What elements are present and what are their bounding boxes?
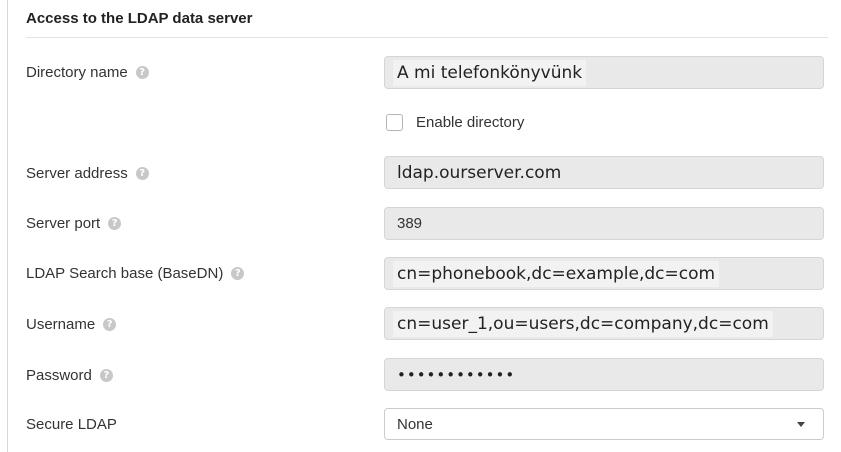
username-input[interactable]: cn=user_1,ou=users,dc=company,dc=com (384, 307, 824, 340)
enable-directory-checkbox[interactable] (386, 114, 403, 131)
help-icon[interactable]: ? (135, 166, 149, 180)
directory-name-value: A mi telefonkönyvünk (393, 59, 587, 86)
panel-left-border (7, 0, 8, 452)
directory-name-label: Directory name (26, 63, 128, 81)
password-label: Password (26, 366, 92, 384)
search-base-value: cn=phonebook,dc=example,dc=com (393, 260, 720, 287)
secure-ldap-selected: None (397, 415, 433, 433)
password-input[interactable]: •••••••••••• (384, 358, 824, 391)
username-value: cn=user_1,ou=users,dc=company,dc=com (393, 310, 773, 337)
search-base-input[interactable]: cn=phonebook,dc=example,dc=com (384, 257, 824, 290)
server-address-value: ldap.ourserver.com (397, 162, 562, 183)
section-divider (26, 37, 828, 38)
directory-name-label-row: Directory name ? (26, 62, 149, 82)
section-title: Access to the LDAP data server (26, 10, 253, 27)
help-icon[interactable]: ? (99, 368, 113, 382)
server-port-label: Server port (26, 214, 101, 232)
search-base-label-row: LDAP Search base (BaseDN) ? (26, 263, 245, 283)
server-port-value: 389 (397, 215, 423, 232)
username-label-row: Username ? (26, 314, 117, 334)
username-label: Username (26, 315, 96, 333)
help-icon[interactable]: ? (103, 317, 117, 331)
secure-ldap-select[interactable]: None (384, 408, 824, 440)
server-port-input[interactable]: 389 (384, 207, 824, 240)
server-port-label-row: Server port ? (26, 213, 122, 233)
server-address-label: Server address (26, 164, 128, 182)
enable-directory-label: Enable directory (416, 114, 525, 131)
help-icon[interactable]: ? (135, 65, 149, 79)
server-address-label-row: Server address ? (26, 163, 149, 183)
secure-ldap-label: Secure LDAP (26, 415, 117, 433)
help-icon[interactable]: ? (108, 216, 122, 230)
caret-down-icon (797, 421, 805, 427)
secure-ldap-label-row: Secure LDAP (26, 414, 117, 434)
help-icon[interactable]: ? (231, 266, 245, 280)
directory-name-input[interactable]: A mi telefonkönyvünk (384, 56, 824, 89)
server-address-input[interactable]: ldap.ourserver.com (384, 156, 824, 189)
password-label-row: Password ? (26, 365, 113, 385)
enable-directory-row[interactable]: Enable directory (386, 114, 524, 131)
password-value: •••••••••••• (397, 365, 516, 384)
search-base-label: LDAP Search base (BaseDN) (26, 264, 224, 282)
